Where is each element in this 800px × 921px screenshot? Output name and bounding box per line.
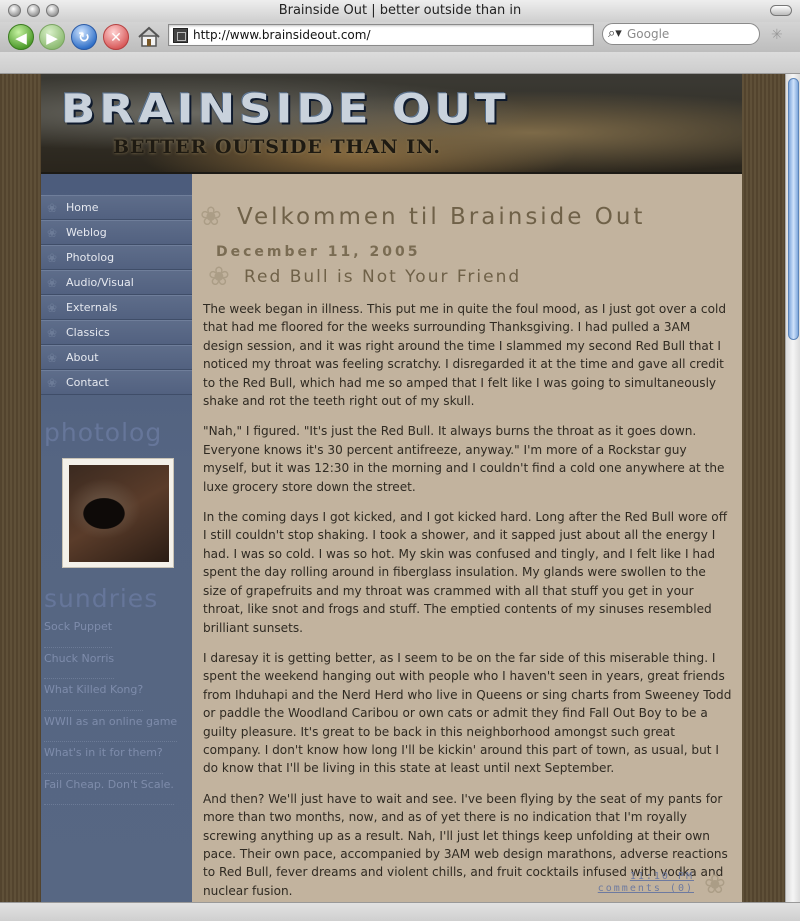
sundries-list: Sock Puppet Chuck Norris What Killed Kon…	[44, 616, 192, 805]
site-banner[interactable]: BRAINSIDE OUT BETTER OUTSIDE THAN IN.	[41, 74, 742, 174]
vertical-scrollbar[interactable]	[785, 74, 800, 902]
nav-item-home[interactable]: ❀ Home	[41, 195, 192, 220]
main-content: ❀ Velkommen til Brainside Out December 1…	[192, 174, 742, 902]
site-logo: BRAINSIDE OUT	[61, 84, 510, 133]
bookmarks-bar	[0, 52, 800, 74]
paw-icon: ❀	[47, 326, 58, 340]
paw-print-icon: ❀	[200, 202, 222, 232]
zoom-window-button[interactable]	[46, 4, 59, 17]
stop-icon: ✕	[110, 30, 122, 46]
post-title[interactable]: Red Bull is Not Your Friend	[244, 267, 521, 287]
paw-icon: ❀	[47, 226, 58, 240]
sidebar: ❀ Home ❀ Weblog ❀ Photolog ❀ Audio/Visual ❀ E…	[41, 174, 192, 902]
nav-label: Classics	[66, 326, 110, 339]
sundries-heading: sundries	[44, 584, 159, 613]
back-button[interactable]: ◀	[8, 24, 34, 50]
post-paragraph: "Nah," I figured. "It's just the Red Bul…	[203, 424, 725, 494]
window-controls	[8, 4, 59, 17]
nav-item-weblog[interactable]: ❀ Weblog	[41, 220, 192, 245]
sundries-link[interactable]: What Killed Kong?	[44, 679, 144, 711]
sundries-link[interactable]: Fail Cheap. Don't Scale.	[44, 774, 174, 805]
address-bar[interactable]: http://www.brainsideout.com/	[168, 24, 594, 46]
post-meta: 11:10 PM comments (0)	[598, 871, 694, 895]
nav-label: About	[66, 351, 99, 364]
paw-icon: ❀	[47, 201, 58, 215]
post-date: December 11, 2005	[216, 244, 421, 260]
nav-item-externals[interactable]: ❀ Externals	[41, 295, 192, 320]
forward-arrow-icon: ▶	[46, 29, 58, 47]
paw-icon: ❀	[47, 251, 58, 265]
nav-item-classics[interactable]: ❀ Classics	[41, 320, 192, 345]
nav-item-about[interactable]: ❀ About	[41, 345, 192, 370]
welcome-heading: Velkommen til Brainside Out	[237, 204, 646, 230]
reload-icon: ↻	[78, 30, 90, 46]
nav-label: Photolog	[66, 251, 115, 264]
comments-link[interactable]: comments (0)	[598, 883, 694, 895]
nav-item-photolog[interactable]: ❀ Photolog	[41, 245, 192, 270]
status-bar	[0, 902, 800, 921]
nav-item-contact[interactable]: ❀ Contact	[41, 370, 192, 395]
back-arrow-icon: ◀	[15, 29, 27, 47]
post-paragraph: In the coming days I got kicked, and I g…	[203, 510, 728, 635]
paw-icon: ❀	[47, 376, 58, 390]
nav-label: Home	[66, 201, 99, 214]
post-paragraph: I daresay it is getting better, as I see…	[203, 650, 732, 776]
sundries-link[interactable]: WWII as an online game	[44, 711, 178, 742]
paw-icon: ❀	[47, 301, 58, 315]
home-icon	[138, 26, 160, 47]
minimize-window-button[interactable]	[27, 4, 40, 17]
window-titlebar: Brainside Out | better outside than in	[0, 0, 800, 22]
photolog-heading: photolog	[44, 418, 163, 447]
stop-button[interactable]: ✕	[103, 24, 129, 50]
site-favicon-icon	[173, 28, 188, 43]
loading-spinner-icon: ✳	[771, 27, 783, 43]
post-paragraph: The week began in illness. This put me i…	[203, 302, 727, 409]
photolog-image	[69, 465, 169, 562]
nav-label: Externals	[66, 301, 118, 314]
sundries-link[interactable]: What's in it for them?	[44, 742, 163, 774]
paw-icon: ❀	[47, 351, 58, 365]
browser-toolbar: ◀ ▶ ↻ ✕ http://www.brainsideout.com/ ⌕▾ …	[0, 22, 800, 52]
sundries-link[interactable]: Chuck Norris	[44, 648, 115, 679]
search-icon[interactable]: ⌕▾	[608, 26, 622, 41]
search-placeholder: Google	[627, 27, 670, 41]
home-button[interactable]	[137, 25, 161, 49]
photolog-thumbnail[interactable]	[62, 458, 174, 568]
paw-print-icon: ❀	[704, 870, 726, 900]
url-text[interactable]: http://www.brainsideout.com/	[193, 28, 371, 42]
window-title: Brainside Out | better outside than in	[278, 3, 522, 18]
paw-icon: ❀	[47, 276, 58, 290]
site-tagline: BETTER OUTSIDE THAN IN.	[113, 136, 441, 158]
scrollbar-thumb[interactable]	[788, 78, 799, 340]
close-window-button[interactable]	[8, 4, 21, 17]
paw-print-icon: ❀	[208, 262, 230, 292]
sundries-link[interactable]: Sock Puppet	[44, 616, 113, 648]
nav-item-audio-visual[interactable]: ❀ Audio/Visual	[41, 270, 192, 295]
main-nav: ❀ Home ❀ Weblog ❀ Photolog ❀ Audio/Visual ❀ E…	[41, 195, 192, 395]
search-field[interactable]: ⌕▾ Google	[602, 23, 760, 45]
post-body: The week began in illness. This put me i…	[203, 300, 733, 902]
post-time-link[interactable]: 11:10 PM	[598, 871, 694, 883]
reload-button[interactable]: ↻	[71, 24, 97, 50]
nav-label: Audio/Visual	[66, 276, 134, 289]
nav-label: Contact	[66, 376, 109, 389]
toolbar-toggle-button[interactable]	[770, 5, 792, 16]
page-viewport: BRAINSIDE OUT BETTER OUTSIDE THAN IN. ❀ H…	[0, 74, 785, 902]
forward-button[interactable]: ▶	[39, 24, 65, 50]
nav-label: Weblog	[66, 226, 107, 239]
